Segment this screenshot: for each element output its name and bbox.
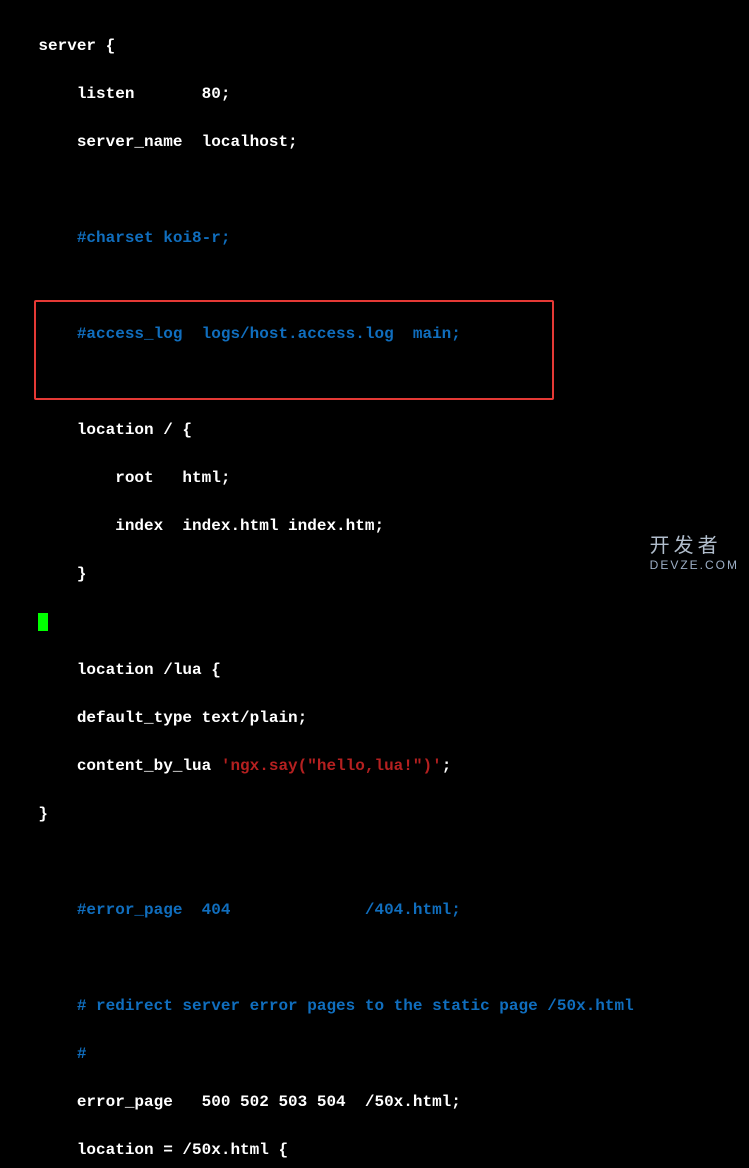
- code-line: [0, 274, 749, 298]
- code-line: [0, 850, 749, 874]
- code-text: ;: [442, 757, 452, 775]
- code-line: server {: [0, 34, 749, 58]
- cursor-icon: [38, 613, 48, 631]
- code-comment: #error_page 404: [0, 901, 230, 919]
- code-line: location / {: [0, 418, 749, 442]
- code-comment: # redirect server error pages to the sta…: [0, 994, 749, 1018]
- watermark: 开发者 DEVZE.COM: [650, 534, 739, 572]
- code-comment: #: [0, 1042, 749, 1066]
- code-text: content_by_lua: [0, 757, 221, 775]
- code-line: index index.html index.htm;: [0, 514, 749, 538]
- code-line: root html;: [0, 466, 749, 490]
- code-line: #error_page 404 /404.html;: [0, 898, 749, 922]
- code-line: [0, 178, 749, 202]
- code-line: content_by_lua 'ngx.say("hello,lua!")';: [0, 754, 749, 778]
- code-line: default_type text/plain;: [0, 706, 749, 730]
- code-line: [0, 946, 749, 970]
- code-comment: #charset koi8-r;: [0, 226, 749, 250]
- code-line: [0, 610, 749, 634]
- code-line: [0, 370, 749, 394]
- watermark-url: DEVZE.COM: [650, 558, 739, 572]
- code-line: location = /50x.html {: [0, 1138, 749, 1162]
- code-line: server_name localhost;: [0, 130, 749, 154]
- code-comment: /404.html;: [230, 901, 460, 919]
- code-string: 'ngx.say("hello,lua!")': [221, 757, 442, 775]
- watermark-text: 开发者: [650, 534, 739, 558]
- code-line: error_page 500 502 503 504 /50x.html;: [0, 1090, 749, 1114]
- code-line: }: [0, 562, 749, 586]
- code-line: location /lua {: [0, 658, 749, 682]
- code-editor[interactable]: server { listen 80; server_name localhos…: [0, 10, 749, 1168]
- code-comment: #access_log logs/host.access.log main;: [0, 322, 749, 346]
- code-line: listen 80;: [0, 82, 749, 106]
- code-line: }: [0, 802, 749, 826]
